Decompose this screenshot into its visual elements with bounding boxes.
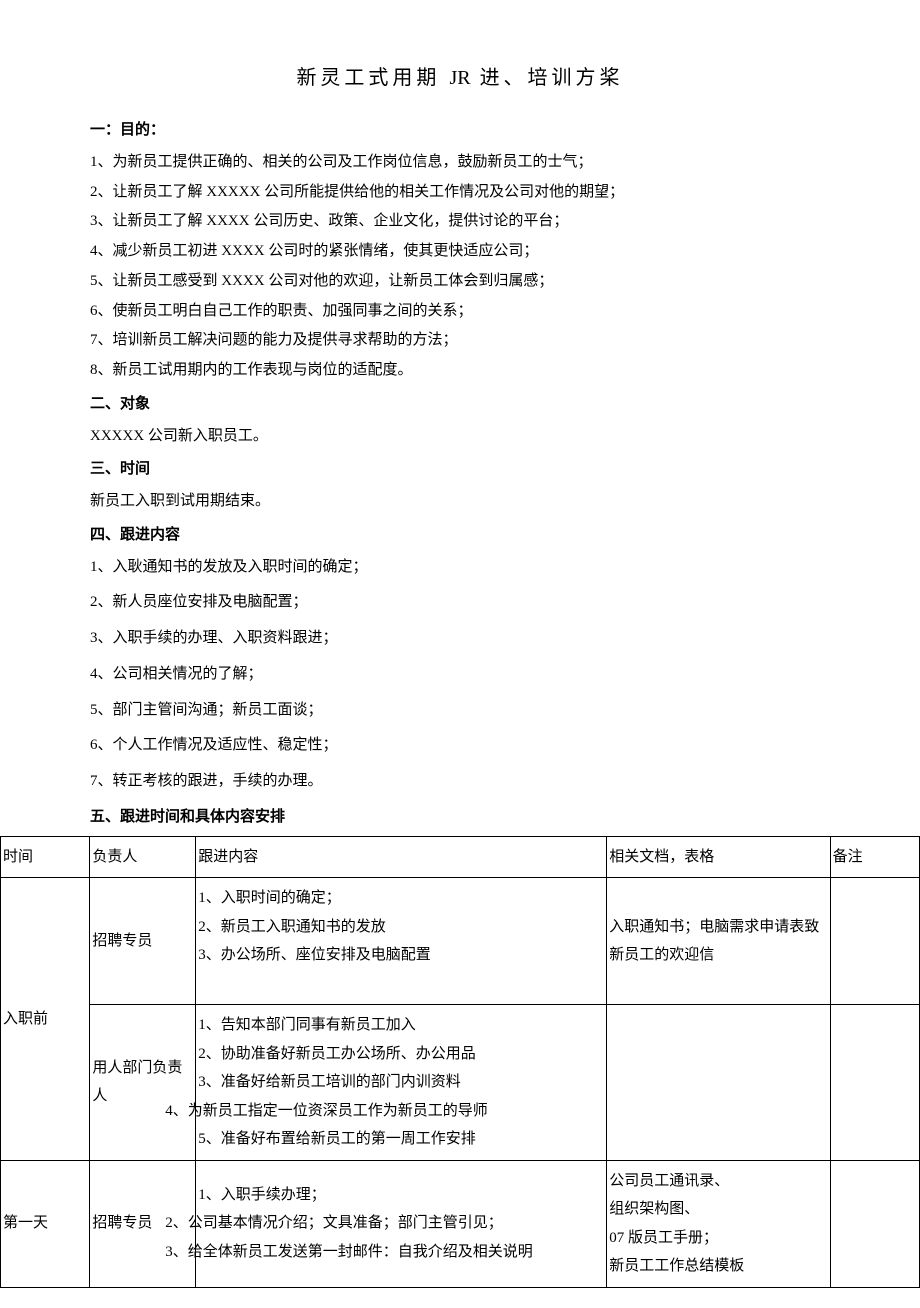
docs-line: 新员工工作总结模板 — [609, 1252, 827, 1281]
content-item: 3、准备好给新员工培训的部门内训资料 — [198, 1068, 604, 1097]
cell-docs: 公司员工通讯录、 组织架构图、 07 版员工手册； 新员工工作总结模板 — [607, 1160, 830, 1287]
s4-item: 6、个人工作情况及适应性、稳定性； — [90, 732, 830, 760]
section-2-body: XXXXX 公司新入职员工。 — [90, 423, 830, 451]
cell-docs — [607, 1005, 830, 1161]
cell-content: 1、入职手续办理； 2、公司基本情况介绍；文具准备；部门主管引见； 3、给全体新… — [196, 1160, 607, 1287]
th-note: 备注 — [830, 836, 919, 878]
s1-item: 1、为新员工提供正确的、相关的公司及工作岗位信息，鼓励新员工的士气； — [90, 149, 830, 177]
docs-line: 组织架构图、 — [609, 1195, 827, 1224]
section-1-body: 1、为新员工提供正确的、相关的公司及工作岗位信息，鼓励新员工的士气； 2、让新员… — [90, 149, 830, 385]
section-4-body: 1、入耿通知书的发放及入职时间的确定； 2、新人员座位安排及电脑配置； 3、入职… — [90, 554, 830, 796]
content-item: 2、公司基本情况介绍；文具准备；部门主管引见； — [198, 1209, 604, 1238]
s4-item: 5、部门主管间沟通；新员工面谈； — [90, 697, 830, 725]
s4-item: 3、入职手续的办理、入职资料跟进； — [90, 625, 830, 653]
s4-item: 4、公司相关情况的了解； — [90, 661, 830, 689]
cell-time: 第一天 — [1, 1160, 90, 1287]
section-2-head: 二、对象 — [90, 391, 830, 419]
section-5-head: 五、跟进时间和具体内容安排 — [90, 804, 830, 832]
cell-docs: 入职通知书；电脑需求申请表致新员工的欢迎信 — [607, 878, 830, 1005]
title-latin: JR — [449, 67, 470, 89]
section-4-head: 四、跟进内容 — [90, 522, 830, 550]
cell-note — [830, 1160, 919, 1287]
content-item: 2、协助准备好新员工办公场所、办公用品 — [198, 1040, 604, 1069]
s1-item: 5、让新员工感受到 XXXX 公司对他的欢迎，让新员工体会到归属感； — [90, 268, 830, 296]
table-row: 第一天 招聘专员 1、入职手续办理； 2、公司基本情况介绍；文具准备；部门主管引… — [1, 1160, 920, 1287]
s4-item: 2、新人员座位安排及电脑配置； — [90, 589, 830, 617]
cell-note — [830, 1005, 919, 1161]
s1-item: 6、使新员工明白自己工作的职责、加强同事之间的关系； — [90, 298, 830, 326]
table-row: 入职前 招聘专员 1、入职时间的确定； 2、新员工入职通知书的发放 3、办公场所… — [1, 878, 920, 1005]
s1-item: 4、减少新员工初进 XXXX 公司时的紧张情绪，使其更快适应公司； — [90, 238, 830, 266]
s1-item: 2、让新员工了解 XXXXX 公司所能提供给他的相关工作情况及公司对他的期望； — [90, 179, 830, 207]
content-item: 5、准备好布置给新员工的第一周工作安排 — [198, 1125, 604, 1154]
title-part-a: 新灵工式用期 — [296, 67, 440, 89]
cell-note — [830, 878, 919, 1005]
th-docs: 相关文档，表格 — [607, 836, 830, 878]
table-row: 用人部门负责人 1、告知本部门同事有新员工加入 2、协助准备好新员工办公场所、办… — [1, 1005, 920, 1161]
title-part-b: 进、培训方桨 — [480, 67, 624, 89]
cell-content: 1、入职时间的确定； 2、新员工入职通知书的发放 3、办公场所、座位安排及电脑配… — [196, 878, 607, 1005]
th-time: 时间 — [1, 836, 90, 878]
s4-item: 7、转正考核的跟进，手续的办理。 — [90, 768, 830, 796]
section-3-head: 三、时间 — [90, 456, 830, 484]
content-item: 3、给全体新员工发送第一封邮件：自我介绍及相关说明 — [198, 1238, 604, 1267]
s1-item: 3、让新员工了解 XXXX 公司历史、政策、企业文化，提供讨论的平台； — [90, 208, 830, 236]
s1-item: 7、培训新员工解决问题的能力及提供寻求帮助的方法； — [90, 327, 830, 355]
content-item: 3、办公场所、座位安排及电脑配置 — [198, 941, 604, 970]
cell-content: 1、告知本部门同事有新员工加入 2、协助准备好新员工办公场所、办公用品 3、准备… — [196, 1005, 607, 1161]
docs-line: 07 版员工手册； — [609, 1224, 827, 1253]
content-item: 4、为新员工指定一位资深员工作为新员工的导师 — [198, 1097, 604, 1126]
s4-item: 1、入耿通知书的发放及入职时间的确定； — [90, 554, 830, 582]
cell-time: 入职前 — [1, 878, 90, 1161]
content-item: 1、告知本部门同事有新员工加入 — [198, 1011, 604, 1040]
section-1-head: 一：目的： — [90, 117, 830, 145]
content-item: 1、入职手续办理； — [198, 1181, 604, 1210]
schedule-table: 时间 负责人 跟进内容 相关文档，表格 备注 入职前 招聘专员 1、入职时间的确… — [0, 836, 920, 1288]
th-resp: 负责人 — [90, 836, 196, 878]
table-header-row: 时间 负责人 跟进内容 相关文档，表格 备注 — [1, 836, 920, 878]
document-title: 新灵工式用期 JR 进、培训方桨 — [90, 60, 830, 97]
cell-resp: 用人部门负责人 — [90, 1005, 196, 1161]
th-content: 跟进内容 — [196, 836, 607, 878]
docs-line: 公司员工通讯录、 — [609, 1167, 827, 1196]
s1-item: 8、新员工试用期内的工作表现与岗位的适配度。 — [90, 357, 830, 385]
cell-resp: 招聘专员 — [90, 878, 196, 1005]
content-item: 2、新员工入职通知书的发放 — [198, 913, 604, 942]
section-3-body: 新员工入职到试用期结束。 — [90, 488, 830, 516]
content-item: 1、入职时间的确定； — [198, 884, 604, 913]
